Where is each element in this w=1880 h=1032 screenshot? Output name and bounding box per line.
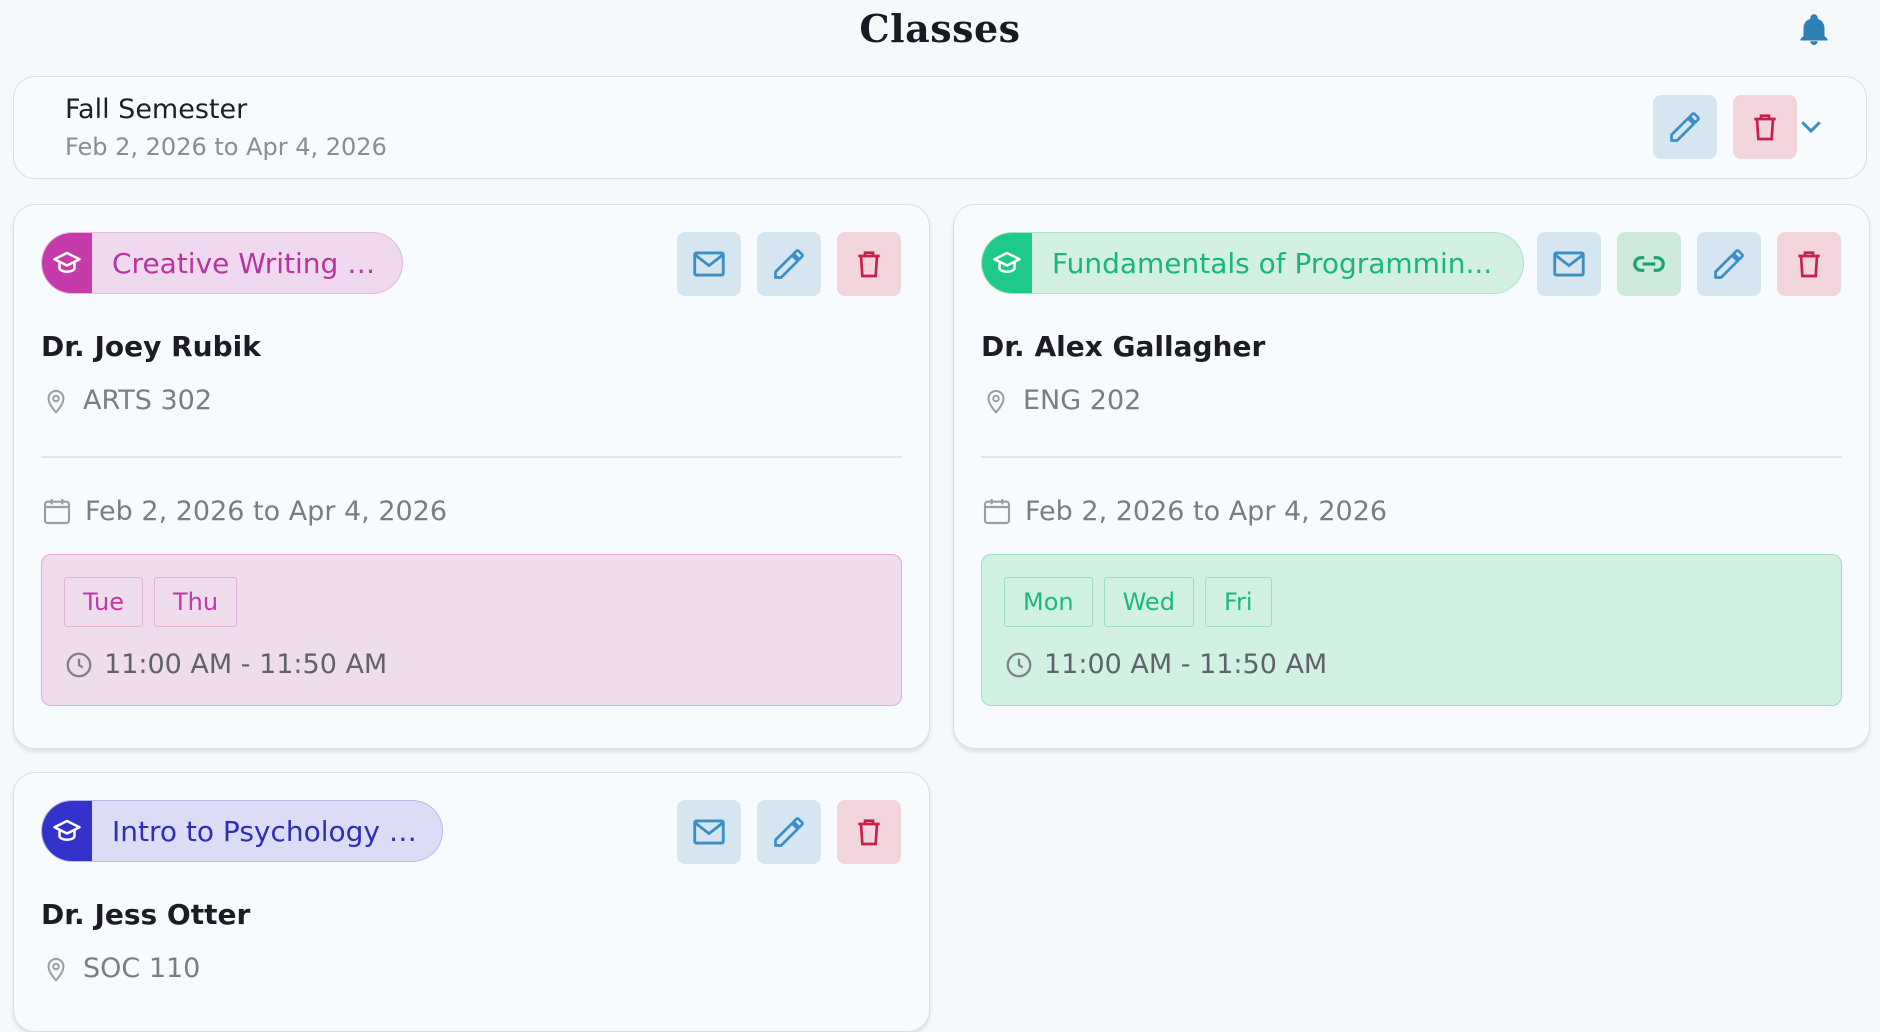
trash-icon — [858, 251, 880, 278]
notification-bell-icon[interactable] — [1796, 10, 1832, 50]
divider — [41, 456, 902, 458]
professor-name: Dr. Jess Otter — [41, 898, 251, 931]
calendar-icon — [983, 499, 1011, 525]
professor-name: Dr. Joey Rubik — [41, 330, 261, 363]
edit-class-button[interactable] — [1697, 232, 1761, 296]
schedule-box: Mon Wed Fri 11:00 AM - 11:50 AM — [981, 554, 1842, 706]
mail-icon — [1553, 251, 1585, 277]
professor-name: Dr. Alex Gallagher — [981, 330, 1266, 363]
delete-class-button[interactable] — [1777, 232, 1841, 296]
location-pin-icon — [47, 957, 65, 982]
chevron-down-icon[interactable] — [1796, 111, 1826, 141]
mail-icon — [693, 819, 725, 845]
time-label: 11:00 AM - 11:50 AM — [1044, 649, 1328, 680]
mail-icon — [693, 251, 725, 277]
edit-semester-button[interactable] — [1653, 95, 1717, 159]
date-range-label: Feb 2, 2026 to Apr 4, 2026 — [85, 495, 448, 527]
room-location: ENG 202 — [981, 385, 1141, 416]
date-range-label: Feb 2, 2026 to Apr 4, 2026 — [1025, 495, 1388, 527]
trash-icon — [1754, 114, 1776, 141]
class-card-fundamentals-of-programming[interactable]: Fundamentals of Programmin... Dr. Alex G… — [953, 204, 1870, 749]
semester-range: Feb 2, 2026 to Apr 4, 2026 — [65, 133, 387, 161]
graduation-cap-icon — [993, 251, 1021, 273]
room-label: ENG 202 — [1023, 385, 1142, 416]
day-chip: Tue — [64, 577, 143, 627]
schedule-box: Tue Thu 11:00 AM - 11:50 AM — [41, 554, 902, 706]
semester-panel[interactable]: Fall Semester Feb 2, 2026 to Apr 4, 2026 — [13, 76, 1867, 179]
class-name: Intro to Psychology 🧠 — [112, 814, 424, 848]
class-name-pill[interactable]: Creative Writing ✍️ — [41, 232, 403, 294]
location-pin-icon — [987, 389, 1005, 414]
date-range: Feb 2, 2026 to Apr 4, 2026 — [41, 495, 447, 527]
email-button[interactable] — [677, 800, 741, 864]
class-name: Fundamentals of Programmin... — [1052, 246, 1493, 280]
delete-class-button[interactable] — [837, 800, 901, 864]
semester-name: Fall Semester — [65, 94, 248, 125]
class-card-intro-to-psychology[interactable]: Intro to Psychology 🧠 Dr. Jess Otter SOC… — [13, 772, 930, 1032]
class-card-creative-writing[interactable]: Creative Writing ✍️ Dr. Joey Rubik ARTS … — [13, 204, 930, 749]
edit-class-button[interactable] — [757, 232, 821, 296]
room-location: ARTS 302 — [41, 385, 212, 416]
email-button[interactable] — [1537, 232, 1601, 296]
class-name: Creative Writing ✍️ — [112, 246, 383, 280]
date-range: Feb 2, 2026 to Apr 4, 2026 — [981, 495, 1387, 527]
pencil-icon — [1714, 249, 1744, 279]
delete-class-button[interactable] — [837, 232, 901, 296]
day-chip: Fri — [1204, 577, 1272, 627]
link-button[interactable] — [1617, 232, 1681, 296]
link-icon — [1633, 256, 1665, 272]
pencil-icon — [774, 817, 804, 847]
edit-class-button[interactable] — [757, 800, 821, 864]
calendar-icon — [43, 499, 71, 525]
graduation-cap-icon — [53, 251, 81, 273]
page-title: Classes — [859, 6, 1021, 51]
trash-icon — [1798, 251, 1820, 278]
room-location: SOC 110 — [41, 953, 200, 984]
room-label: SOC 110 — [83, 953, 201, 984]
pencil-icon — [774, 249, 804, 279]
location-pin-icon — [47, 389, 65, 414]
clock-icon — [66, 652, 92, 677]
time-label: 11:00 AM - 11:50 AM — [104, 649, 388, 680]
delete-semester-button[interactable] — [1733, 95, 1797, 159]
graduation-cap-icon — [53, 819, 81, 841]
email-button[interactable] — [677, 232, 741, 296]
class-time: 11:00 AM - 11:50 AM — [1004, 649, 1327, 680]
room-label: ARTS 302 — [83, 385, 213, 416]
class-time: 11:00 AM - 11:50 AM — [64, 649, 387, 680]
divider — [981, 456, 1842, 458]
day-chip: Wed — [1103, 577, 1194, 627]
pencil-icon — [1670, 112, 1700, 142]
class-name-pill[interactable]: Intro to Psychology 🧠 — [41, 800, 443, 862]
day-chip: Mon — [1004, 577, 1093, 627]
class-name-pill[interactable]: Fundamentals of Programmin... — [981, 232, 1524, 294]
day-chip: Thu — [154, 577, 238, 627]
clock-icon — [1006, 652, 1032, 677]
trash-icon — [858, 819, 880, 846]
